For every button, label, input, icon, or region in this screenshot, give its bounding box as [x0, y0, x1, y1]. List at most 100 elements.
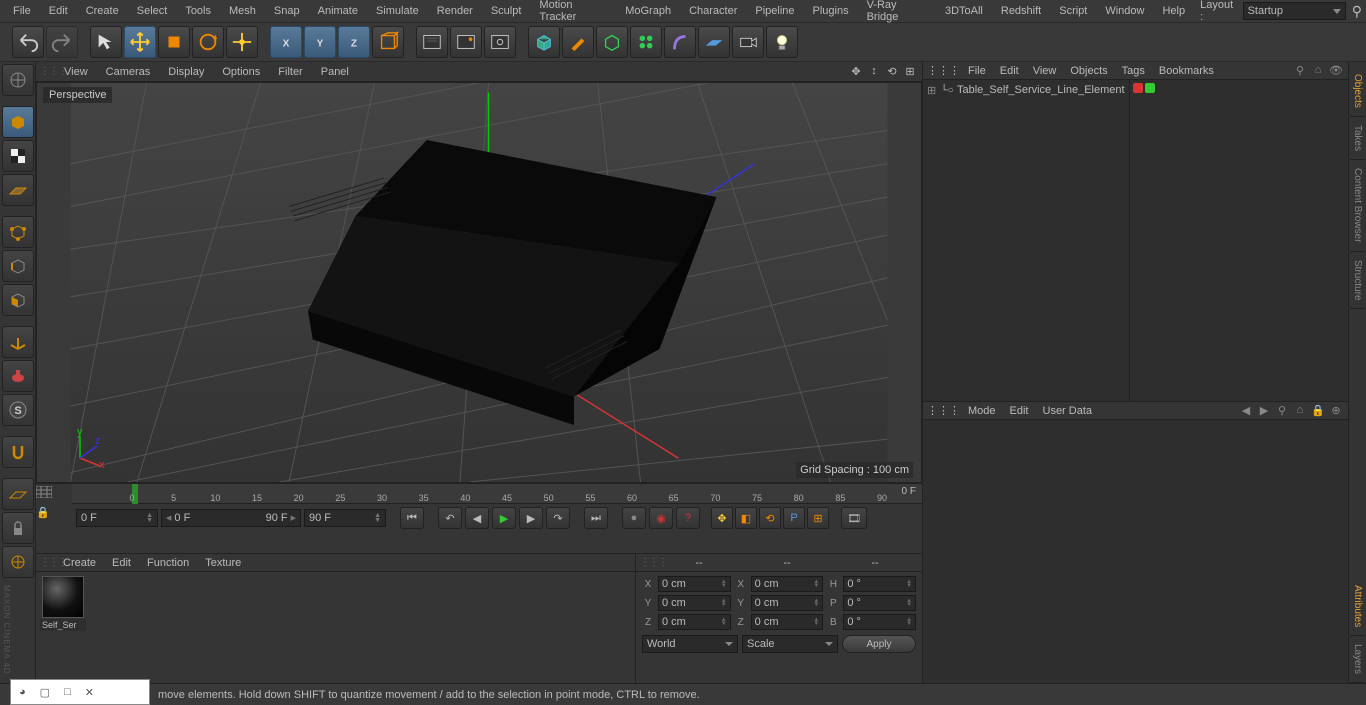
add-light-button[interactable]: [766, 26, 798, 58]
attr-menu-userdata[interactable]: User Data: [1037, 403, 1099, 419]
taskbar-restore-icon[interactable]: ▢: [40, 686, 50, 699]
model-mode-button[interactable]: [2, 106, 34, 138]
live-select-tool[interactable]: [90, 26, 122, 58]
timeline-lock-icon[interactable]: 🔒: [36, 506, 66, 528]
snap-toggle-button[interactable]: [2, 436, 34, 468]
record-button[interactable]: ●: [622, 507, 646, 529]
render-settings-button[interactable]: [484, 26, 516, 58]
menu-simulate[interactable]: Simulate: [367, 1, 428, 21]
key-scale-toggle[interactable]: ◧: [735, 507, 757, 529]
render-tag-icon[interactable]: [1145, 83, 1155, 93]
obj-eye-icon[interactable]: 👁: [1329, 64, 1343, 78]
mat-menu-texture[interactable]: Texture: [198, 555, 248, 571]
vp-rotate-icon[interactable]: ⟲: [885, 65, 899, 79]
grip-icon[interactable]: ⋮⋮⋮: [640, 557, 654, 568]
attr-new-icon[interactable]: ⊕: [1329, 404, 1343, 418]
goto-start-button[interactable]: ⏮: [400, 507, 424, 529]
play-button[interactable]: ▶: [492, 507, 516, 529]
timeline-start-field[interactable]: 0 F▲▼: [76, 509, 158, 527]
obj-menu-tags[interactable]: Tags: [1116, 63, 1151, 79]
menu-script[interactable]: Script: [1050, 1, 1096, 21]
rot-field[interactable]: 0 °▲▼: [843, 576, 916, 592]
workplane-snap-button[interactable]: [2, 478, 34, 510]
move-tool[interactable]: [124, 26, 156, 58]
mat-menu-edit[interactable]: Edit: [105, 555, 138, 571]
size-field[interactable]: 0 cm▲▼: [751, 614, 824, 630]
redo-button[interactable]: [46, 26, 78, 58]
c4d-app-icon[interactable]: ◕: [19, 686, 26, 698]
attr-menu-edit[interactable]: Edit: [1004, 403, 1035, 419]
tweak-tool-button[interactable]: [2, 360, 34, 392]
attr-nav-fwd-icon[interactable]: ▶: [1257, 404, 1271, 418]
rot-field[interactable]: 0 °▲▼: [843, 614, 916, 630]
attr-lock-icon[interactable]: 🔒: [1311, 404, 1325, 418]
timeline-film-icon[interactable]: 🎞: [841, 507, 867, 529]
vp-nav-icon[interactable]: ✥: [849, 65, 863, 79]
keyframe-sel-button[interactable]: ?: [676, 507, 700, 529]
edge-mode-button[interactable]: [2, 250, 34, 282]
os-taskbar-preview[interactable]: ◕ ▢ □ ✕: [10, 679, 150, 705]
material-name[interactable]: Self_Ser: [40, 619, 86, 631]
menu-snap[interactable]: Snap: [265, 1, 309, 21]
workplane-mode-button[interactable]: [2, 174, 34, 206]
viewport-solo-button[interactable]: S: [2, 394, 34, 426]
pos-field[interactable]: 0 cm▲▼: [658, 576, 731, 592]
tab-structure[interactable]: Structure: [1350, 252, 1365, 310]
size-mode-dropdown[interactable]: Scale: [742, 635, 838, 653]
add-cube-button[interactable]: [528, 26, 560, 58]
add-subdivision-button[interactable]: [596, 26, 628, 58]
make-editable-button[interactable]: [2, 64, 34, 96]
locked-workplane-button[interactable]: [2, 512, 34, 544]
obj-menu-objects[interactable]: Objects: [1064, 63, 1113, 79]
menu-create[interactable]: Create: [77, 1, 128, 21]
next-key-button[interactable]: ↷: [546, 507, 570, 529]
taskbar-close-icon[interactable]: ✕: [85, 686, 94, 699]
timeline-grid-icon[interactable]: [36, 486, 66, 502]
rotate-tool[interactable]: [192, 26, 224, 58]
menu-window[interactable]: Window: [1096, 1, 1153, 21]
menu-plugins[interactable]: Plugins: [804, 1, 858, 21]
material-item[interactable]: Self_Ser: [40, 576, 86, 631]
render-view-button[interactable]: [416, 26, 448, 58]
obj-search-icon[interactable]: ⚲: [1293, 64, 1307, 78]
tab-attributes[interactable]: Attributes: [1350, 577, 1365, 636]
z-axis-lock[interactable]: Z: [338, 26, 370, 58]
point-mode-button[interactable]: [2, 216, 34, 248]
render-picture-viewer-button[interactable]: [450, 26, 482, 58]
viewport-perspective[interactable]: Perspective Grid Spacing : 100 cm: [36, 82, 922, 483]
attr-home-icon[interactable]: ⌂: [1293, 404, 1307, 418]
obj-menu-bookmarks[interactable]: Bookmarks: [1153, 63, 1220, 79]
menu-render[interactable]: Render: [428, 1, 482, 21]
key-pos-toggle[interactable]: ✥: [711, 507, 733, 529]
visibility-tag-icon[interactable]: [1133, 83, 1143, 93]
vp-menu-view[interactable]: View: [56, 64, 96, 80]
undo-button[interactable]: [12, 26, 44, 58]
attr-menu-mode[interactable]: Mode: [962, 403, 1002, 419]
scale-tool[interactable]: [158, 26, 190, 58]
obj-home-icon[interactable]: ⌂: [1311, 64, 1325, 78]
coord-system-dropdown[interactable]: World: [642, 635, 738, 653]
grip-icon[interactable]: ⋮⋮⋮: [40, 557, 54, 568]
timeline-end-field[interactable]: 90 F▲▼: [304, 509, 386, 527]
menu-file[interactable]: File: [4, 1, 40, 21]
obj-menu-view[interactable]: View: [1027, 63, 1063, 79]
menu-sculpt[interactable]: Sculpt: [482, 1, 531, 21]
size-field[interactable]: 0 cm▲▼: [751, 576, 824, 592]
attr-search-icon[interactable]: ⚲: [1275, 404, 1289, 418]
menu-mograph[interactable]: MoGraph: [616, 1, 680, 21]
recent-tool[interactable]: [226, 26, 258, 58]
vp-menu-display[interactable]: Display: [160, 64, 212, 80]
menu-edit[interactable]: Edit: [40, 1, 77, 21]
menu-vray[interactable]: V-Ray Bridge: [858, 0, 936, 27]
vp-maximize-icon[interactable]: ⊞: [903, 65, 917, 79]
menu-3dtoall[interactable]: 3DToAll: [936, 1, 992, 21]
obj-menu-file[interactable]: File: [962, 63, 992, 79]
attr-nav-back-icon[interactable]: ◀: [1239, 404, 1253, 418]
tab-layers[interactable]: Layers: [1350, 636, 1365, 683]
key-rot-toggle[interactable]: ⟲: [759, 507, 781, 529]
tab-takes[interactable]: Takes: [1350, 117, 1365, 160]
mat-menu-function[interactable]: Function: [140, 555, 196, 571]
add-pen-button[interactable]: [562, 26, 594, 58]
object-tags-column[interactable]: [1130, 80, 1348, 401]
menu-pipeline[interactable]: Pipeline: [746, 1, 803, 21]
